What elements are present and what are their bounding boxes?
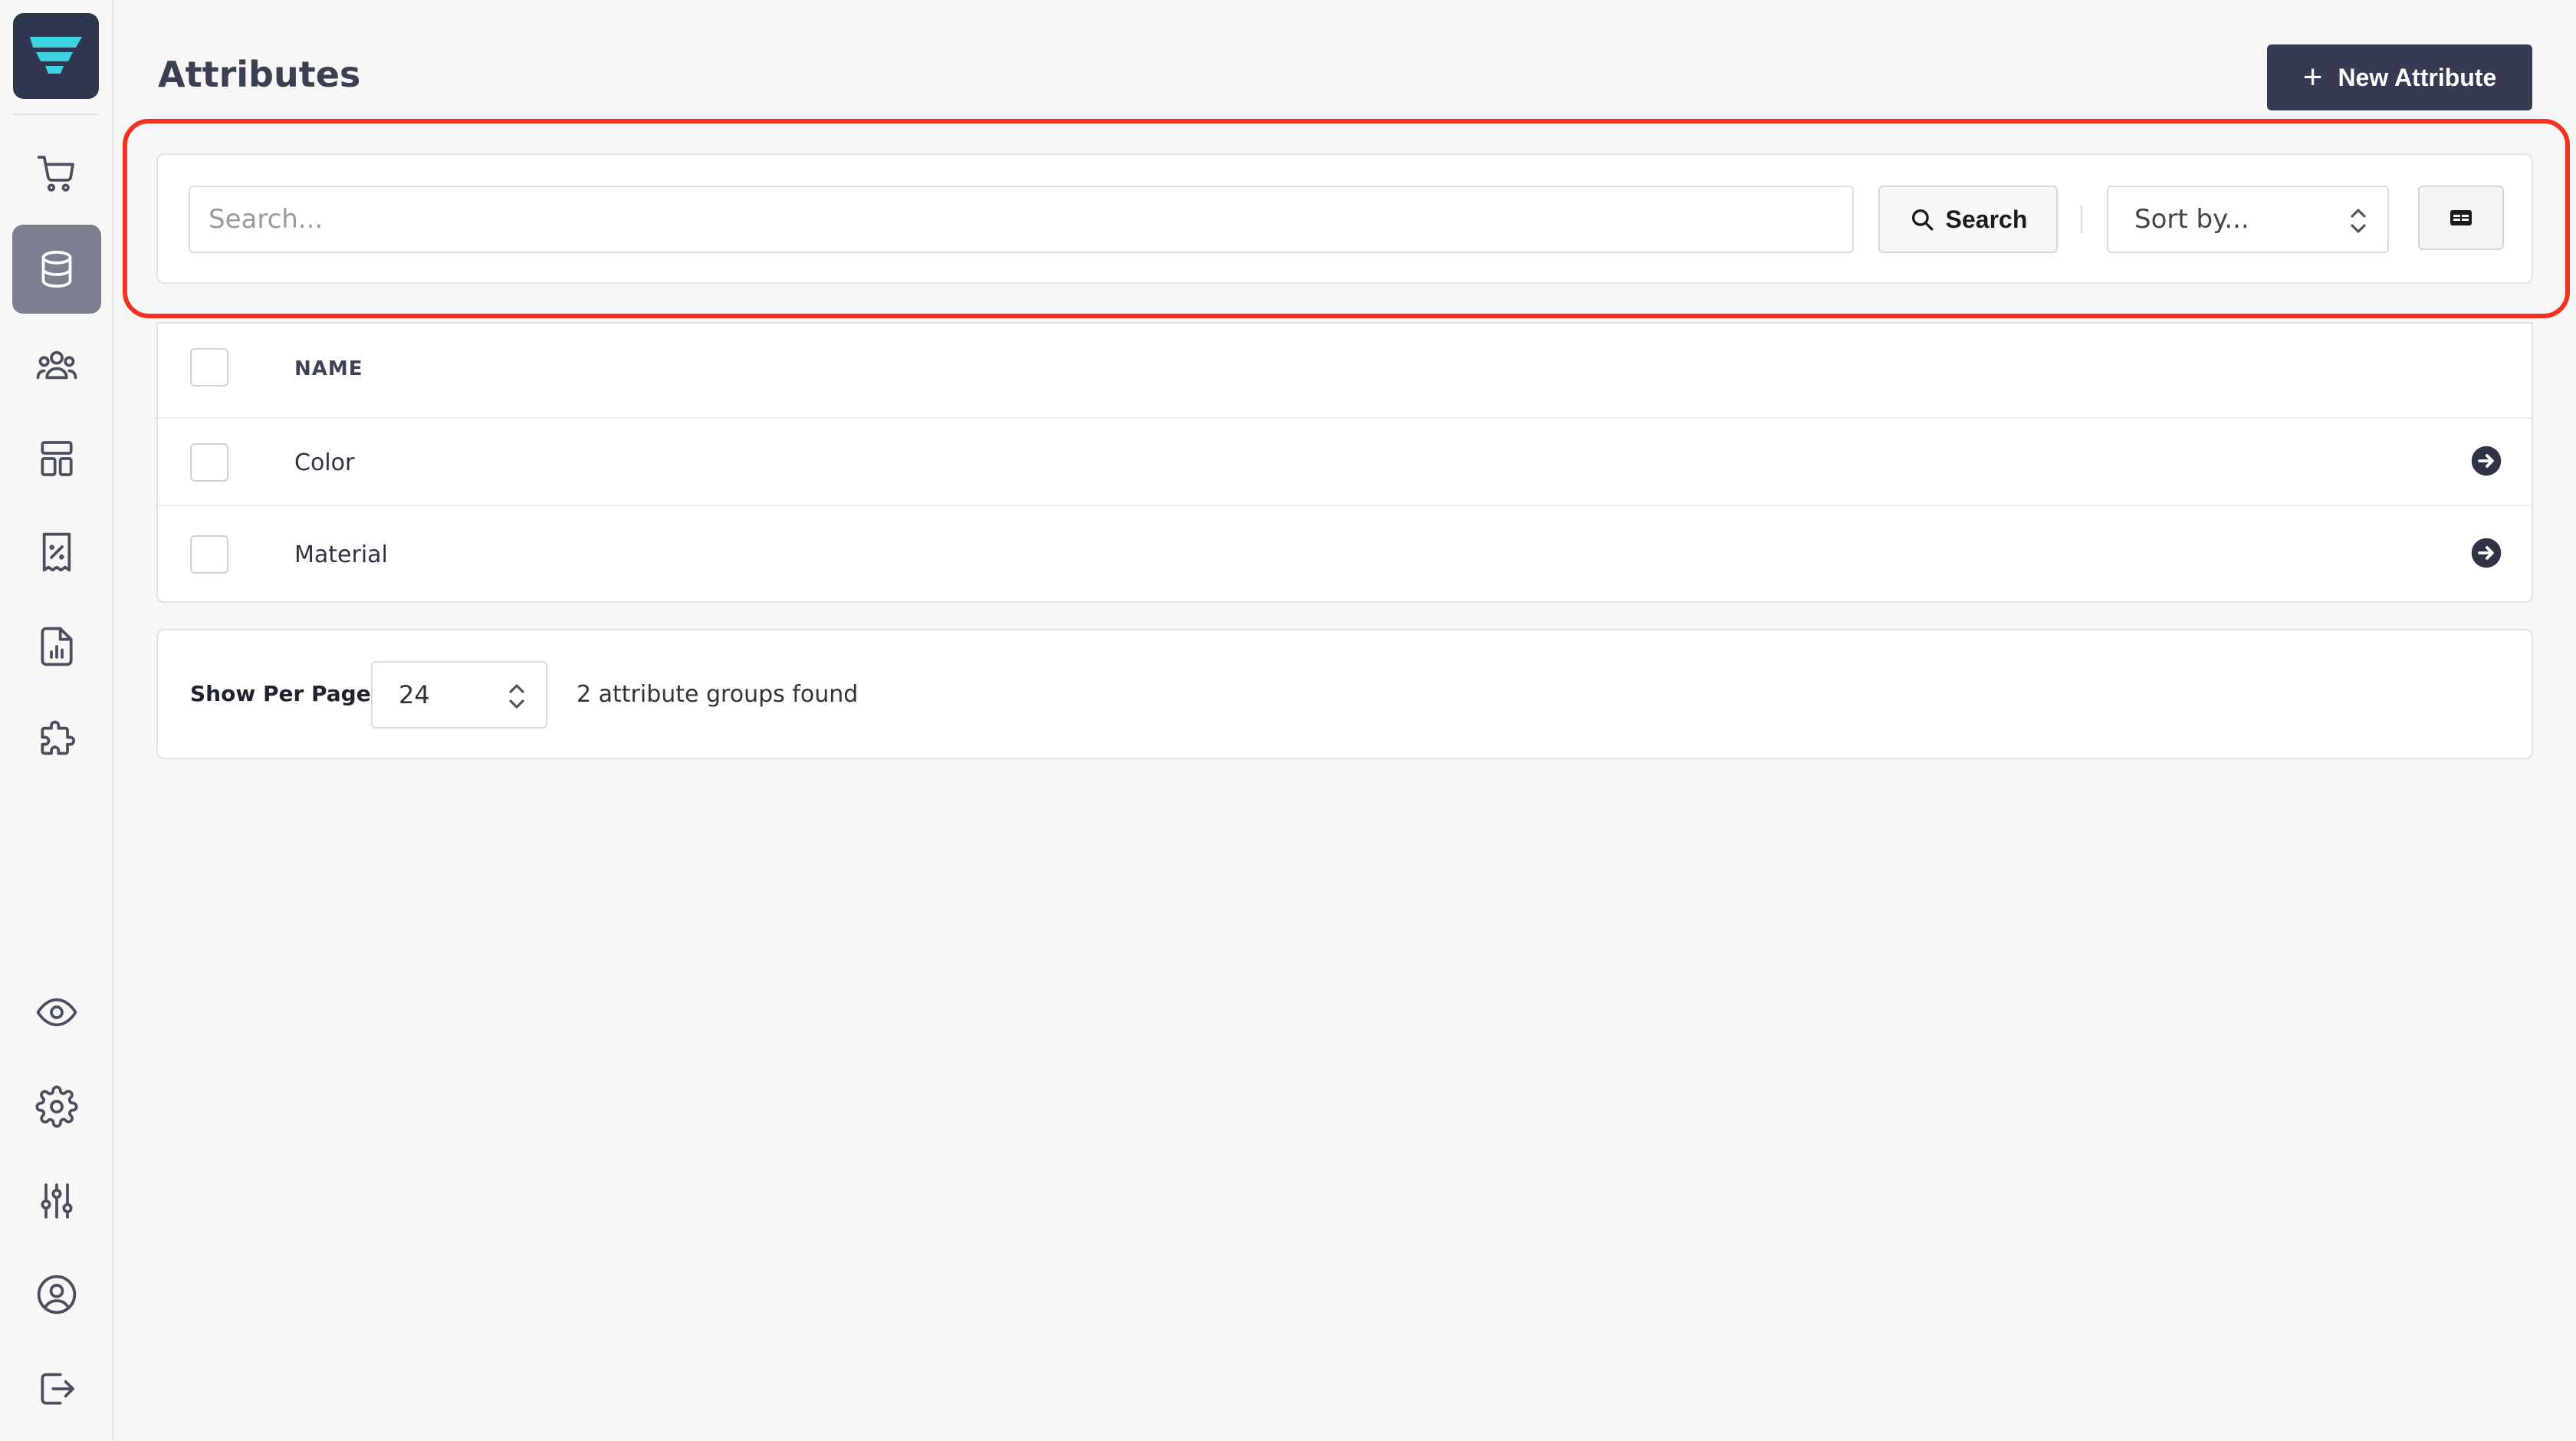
sidebar-item-reports[interactable] — [12, 602, 101, 691]
table-row[interactable]: Material — [158, 506, 2532, 601]
sidebar-item-account[interactable] — [12, 1250, 101, 1339]
app-logo[interactable] — [13, 13, 99, 99]
plus-icon: + — [2302, 58, 2323, 96]
sidebar-divider — [13, 114, 99, 115]
new-attribute-label: New Attribute — [2338, 63, 2497, 91]
table-row[interactable]: Color — [158, 419, 2532, 506]
user-circle-icon — [37, 1275, 77, 1314]
highlight-outline — [123, 119, 2570, 318]
sidebar-item-settings[interactable] — [12, 1062, 101, 1151]
row-checkbox[interactable] — [190, 443, 228, 482]
sidebar-item-promotions[interactable] — [12, 508, 101, 597]
logout-icon — [41, 1373, 74, 1405]
sidebar-item-extensions[interactable] — [12, 696, 101, 785]
layout-icon — [41, 441, 73, 476]
row-name[interactable]: Color — [294, 449, 354, 476]
column-header-name: NAME — [294, 357, 363, 380]
per-page-value: 24 — [399, 680, 430, 709]
gear-icon — [35, 1085, 78, 1128]
pagination-bar: Show Per Page 24 2 attribute groups foun… — [156, 629, 2533, 759]
users-icon — [36, 350, 77, 380]
page-title: Attributes — [158, 54, 361, 95]
report-icon — [41, 627, 73, 666]
sidebar-item-view-store[interactable] — [12, 968, 101, 1057]
results-count: 2 attribute groups found — [577, 681, 859, 708]
new-attribute-button[interactable]: + New Attribute — [2267, 44, 2532, 110]
sliders-icon — [41, 1183, 73, 1219]
logo-icon — [30, 37, 82, 74]
sidebar — [0, 0, 113, 1441]
database-icon — [41, 250, 72, 288]
chevron-updown-icon — [509, 684, 524, 709]
sidebar-item-logout[interactable] — [12, 1344, 101, 1433]
cart-icon — [37, 156, 74, 192]
sidebar-item-customers[interactable] — [12, 321, 101, 410]
row-name[interactable]: Material — [294, 541, 388, 568]
arrow-right-circle-icon[interactable] — [2470, 445, 2502, 477]
per-page-label: Show Per Page — [190, 681, 371, 706]
sidebar-item-preferences[interactable] — [12, 1156, 101, 1245]
attributes-table: NAME Color Material — [156, 322, 2533, 603]
sidebar-item-catalog[interactable] — [12, 225, 101, 314]
select-all-checkbox[interactable] — [190, 348, 228, 387]
table-header-row: NAME — [158, 324, 2532, 419]
per-page-select[interactable]: 24 — [371, 661, 547, 729]
arrow-right-circle-icon[interactable] — [2470, 537, 2502, 569]
sidebar-item-orders[interactable] — [12, 129, 101, 218]
row-checkbox[interactable] — [190, 535, 228, 574]
sidebar-item-content[interactable] — [12, 414, 101, 503]
puzzle-icon — [41, 720, 75, 755]
receipt-percent-icon — [42, 532, 71, 572]
eye-icon — [36, 998, 77, 1027]
